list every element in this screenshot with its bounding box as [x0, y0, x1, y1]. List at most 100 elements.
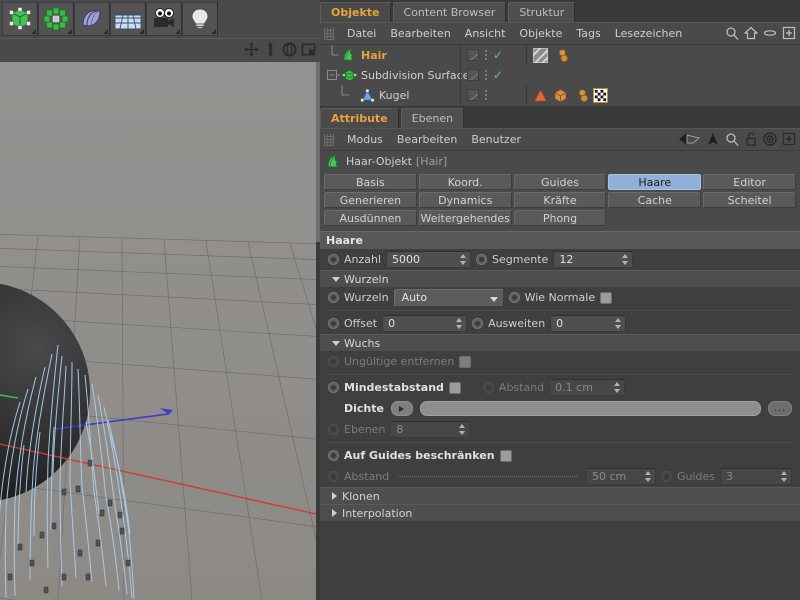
search-icon[interactable] — [725, 132, 739, 146]
anzahl-input[interactable]: 5000 — [386, 251, 472, 268]
tab-haare[interactable]: Haare — [608, 174, 702, 190]
tab-attribute[interactable]: Attribute — [320, 108, 399, 128]
tab-editor[interactable]: Editor — [703, 174, 796, 190]
group-wurzeln[interactable]: Wurzeln — [320, 270, 800, 287]
menu-objekte[interactable]: Objekte — [512, 23, 569, 45]
dichte-play-button[interactable] — [390, 401, 413, 416]
ebenen-knob[interactable] — [328, 424, 339, 435]
auf-guides-checkbox[interactable] — [499, 449, 512, 462]
table-row[interactable]: Hair ✓ — [320, 45, 800, 65]
cube-tool-icon[interactable] — [2, 2, 38, 36]
ebenen-input[interactable]: 8 — [390, 421, 471, 438]
rotate-icon[interactable] — [282, 42, 297, 57]
viewport-toggle-icon[interactable] — [301, 42, 316, 57]
wie-normale-knob[interactable] — [508, 292, 520, 303]
dichte-gradient-bar[interactable] — [419, 401, 761, 416]
tab-ausduennen[interactable]: Ausdünnen — [324, 210, 417, 226]
auf-guides-knob[interactable] — [328, 450, 339, 461]
tab-ebenen[interactable]: Ebenen — [400, 108, 465, 128]
offset-input[interactable]: 0 — [382, 315, 468, 332]
light-tool-icon[interactable] — [182, 2, 218, 36]
guides-input[interactable]: 3 — [720, 468, 792, 485]
offset-spinner[interactable] — [456, 318, 463, 329]
render-dots[interactable] — [485, 90, 487, 100]
plus-box-icon[interactable] — [782, 132, 796, 146]
render-dots[interactable] — [485, 50, 487, 60]
lock-icon[interactable] — [744, 132, 758, 146]
camera-tool-icon[interactable] — [146, 2, 182, 36]
table-row[interactable]: Subdivision Surface ✓ — [320, 65, 800, 85]
render-dots[interactable] — [485, 70, 487, 80]
segmente-knob[interactable] — [476, 254, 488, 265]
menu-datei[interactable]: Datei — [340, 23, 383, 45]
mindestabstand-checkbox[interactable] — [448, 381, 461, 394]
home-icon[interactable] — [744, 26, 758, 40]
tab-guides[interactable]: Guides — [513, 174, 607, 190]
up-arrow-icon[interactable] — [706, 132, 720, 146]
ausweiten-knob[interactable] — [472, 318, 484, 329]
tab-phong[interactable]: Phong — [513, 210, 607, 226]
spline-tool-icon[interactable] — [74, 2, 110, 36]
ausweiten-input[interactable]: 0 — [550, 315, 627, 332]
texture-tag[interactable] — [593, 87, 608, 103]
menu-bearbeiten[interactable]: Bearbeiten — [390, 129, 464, 151]
menu-benutzer[interactable]: Benutzer — [464, 129, 528, 151]
material-tag[interactable] — [553, 88, 568, 103]
tab-content-browser[interactable]: Content Browser — [392, 2, 507, 22]
offset-knob[interactable] — [328, 318, 339, 329]
wurzeln-knob[interactable] — [328, 292, 339, 303]
sphere-object-icon[interactable] — [360, 88, 375, 103]
grid-tool-icon[interactable] — [110, 2, 146, 36]
dichte-more-button[interactable]: ... — [768, 401, 792, 416]
tab-objekte[interactable]: Objekte — [320, 2, 391, 22]
tab-dynamics[interactable]: Dynamics — [418, 192, 512, 208]
panel-grip[interactable] — [324, 133, 334, 146]
3d-viewport[interactable] — [0, 62, 316, 600]
menu-modus[interactable]: Modus — [340, 129, 390, 151]
guides-spinner[interactable] — [781, 471, 788, 482]
ellipse-icon[interactable] — [763, 26, 777, 40]
subdivision-surface-icon[interactable] — [342, 68, 357, 83]
group-wuchs[interactable]: Wuchs — [320, 334, 800, 351]
enabled-check-icon[interactable]: ✓ — [493, 69, 503, 81]
tab-koord[interactable]: Koord. — [418, 174, 512, 190]
menu-lesezeichen[interactable]: Lesezeichen — [608, 23, 690, 45]
anzahl-knob[interactable] — [328, 254, 339, 265]
hair-object-icon[interactable] — [342, 48, 357, 63]
anzahl-spinner[interactable] — [460, 254, 467, 265]
wie-normale-checkbox[interactable] — [600, 291, 613, 304]
hair-dynamics-tag[interactable] — [553, 48, 568, 63]
back-arrow-icon[interactable] — [679, 132, 701, 146]
tab-scheitel[interactable]: Scheitel — [703, 192, 796, 208]
abstand-spinner[interactable] — [614, 382, 621, 393]
visibility-toggle[interactable] — [467, 89, 479, 101]
ebenen-spinner[interactable] — [459, 424, 466, 435]
tab-kraefte[interactable]: Kräfte — [513, 192, 607, 208]
abstand2-input[interactable]: 50 cm — [585, 468, 656, 485]
tab-basis[interactable]: Basis — [324, 174, 417, 190]
abstand2-spinner[interactable] — [644, 471, 652, 482]
search-icon[interactable] — [725, 26, 739, 40]
plus-box-icon[interactable] — [782, 26, 796, 40]
menu-ansicht[interactable]: Ansicht — [458, 23, 513, 45]
group-klonen[interactable]: Klonen — [320, 487, 800, 504]
visibility-toggle[interactable] — [467, 49, 479, 61]
enabled-check-icon[interactable]: ✓ — [493, 49, 503, 61]
ungueltige-checkbox[interactable] — [459, 355, 472, 368]
menu-tags[interactable]: Tags — [569, 23, 607, 45]
abstand-input[interactable]: 0.1 cm — [549, 379, 626, 396]
hair-tag[interactable] — [573, 88, 588, 103]
tab-weitergehendes[interactable]: Weitergehendes — [418, 210, 512, 226]
ungueltige-knob[interactable] — [328, 356, 339, 367]
visibility-toggle[interactable] — [467, 69, 479, 81]
menu-bearbeiten[interactable]: Bearbeiten — [383, 23, 457, 45]
abstand2-knob[interactable] — [328, 471, 339, 482]
phong-tag[interactable] — [533, 88, 548, 103]
tab-struktur[interactable]: Struktur — [508, 2, 576, 22]
segmente-input[interactable]: 12 — [553, 251, 634, 268]
table-row[interactable]: Kugel — [320, 85, 800, 105]
abstand-knob[interactable] — [482, 382, 494, 393]
group-interpolation[interactable]: Interpolation — [320, 504, 800, 521]
mindestabstand-knob[interactable] — [328, 382, 339, 393]
guides-knob[interactable] — [660, 471, 672, 482]
